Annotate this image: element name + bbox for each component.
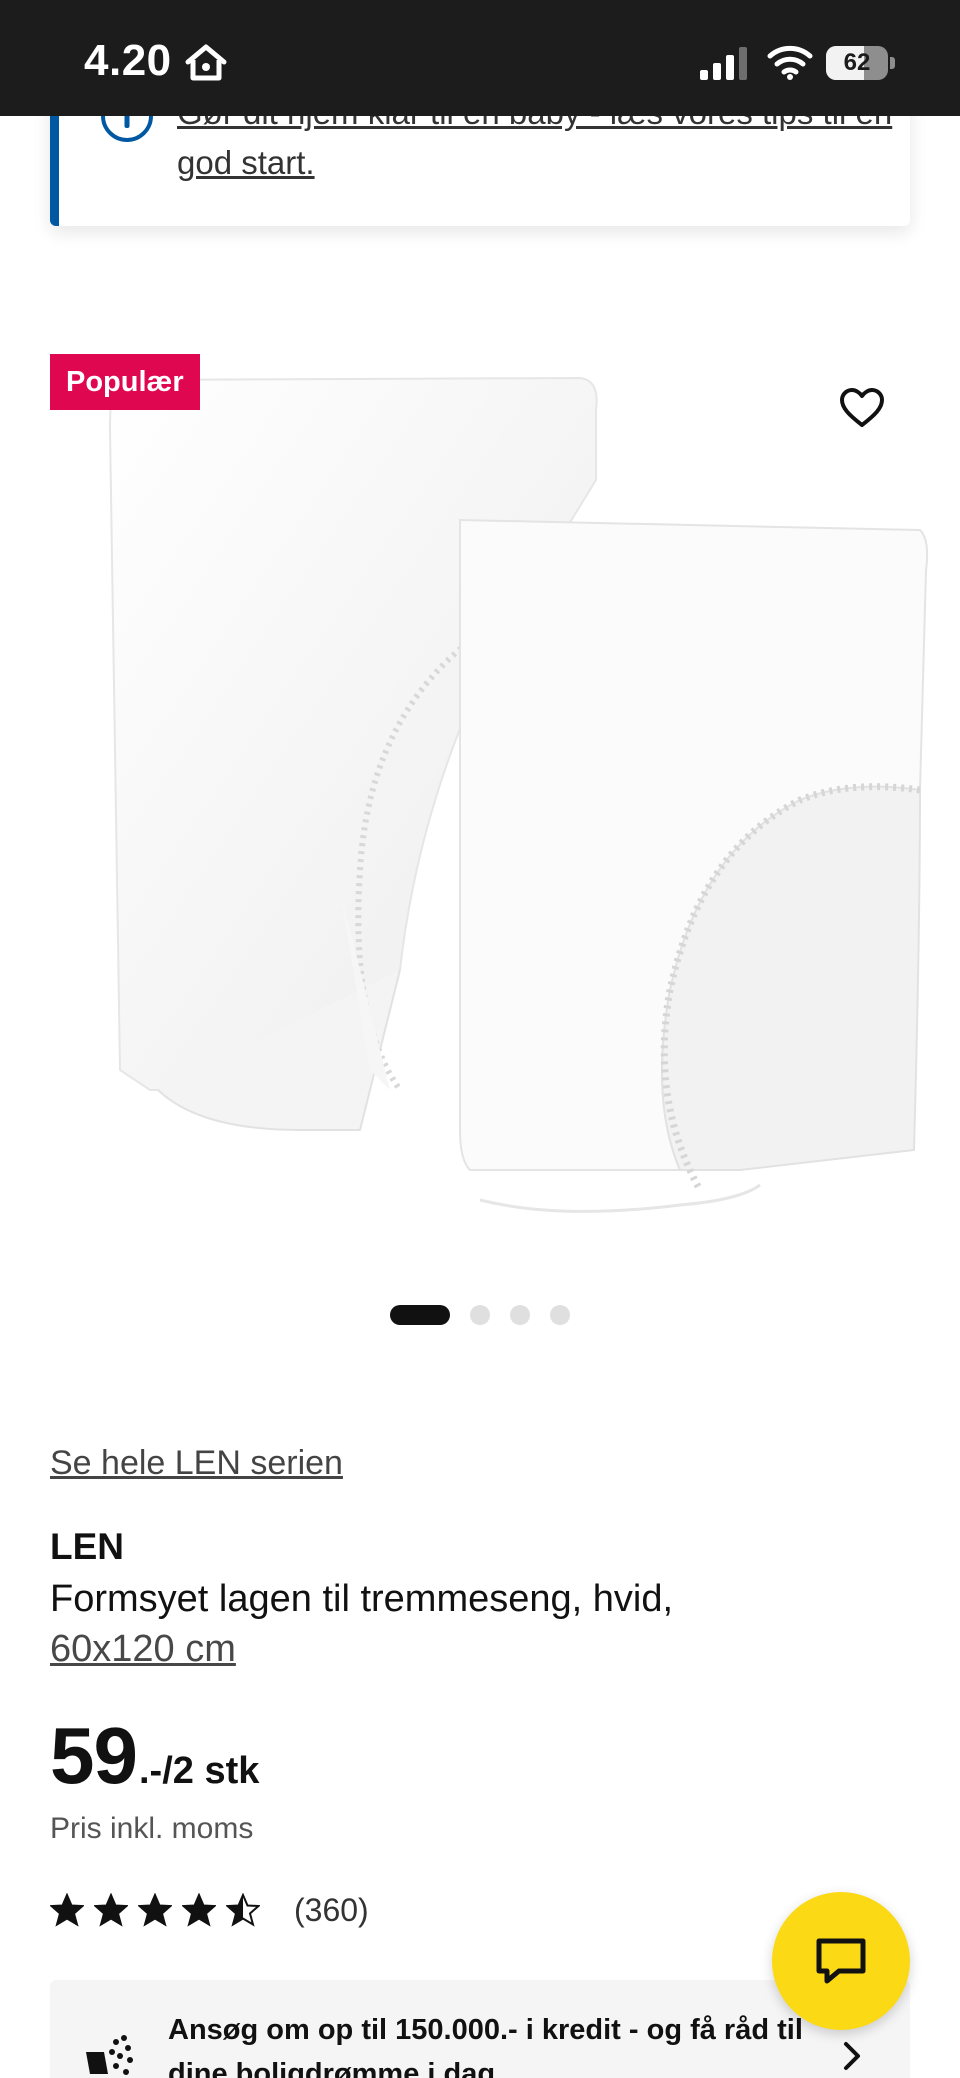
star-icon <box>226 1893 260 1927</box>
wifi-icon <box>767 45 813 80</box>
popular-badge: Populær <box>50 354 200 410</box>
rating-stars <box>50 1893 270 1927</box>
carousel-dot[interactable] <box>550 1305 570 1325</box>
signal-icon <box>700 47 747 80</box>
status-bar: 4.20 62 <box>0 0 960 116</box>
product-description: Formsyet lagen til tremmeseng, hvid, <box>50 1578 674 1620</box>
battery-tip <box>890 57 895 69</box>
home-icon <box>185 44 227 81</box>
credit-icon <box>86 2035 133 2075</box>
star-icon <box>182 1893 216 1927</box>
price: 59 .-/2 stk <box>50 1710 259 1802</box>
carousel-dot[interactable] <box>390 1305 450 1325</box>
star-icon <box>94 1893 128 1927</box>
price-main: 59 <box>50 1711 138 1800</box>
heart-icon <box>840 388 884 427</box>
chevron-right-icon <box>844 2042 860 2070</box>
price-suffix: .-/2 stk <box>138 1750 260 1792</box>
rating[interactable]: (360) <box>50 1888 369 1932</box>
battery-icon: 62 <box>826 46 896 80</box>
credit-text: Ansøg om op til 150.000.- i kredit - og … <box>168 2014 803 2078</box>
product-image[interactable] <box>40 370 940 1250</box>
star-icon <box>138 1893 172 1927</box>
product-size-link[interactable]: 60x120 cm <box>50 1624 236 1674</box>
series-link[interactable]: Se hele LEN serien <box>50 1444 343 1483</box>
carousel-dot[interactable] <box>510 1305 530 1325</box>
chat-icon <box>816 1938 866 1984</box>
carousel-dot[interactable] <box>470 1305 490 1325</box>
status-time: 4.20 <box>84 36 172 85</box>
chat-button[interactable] <box>772 1892 910 2030</box>
carousel-dots[interactable] <box>390 1304 590 1326</box>
rating-count: (360) <box>294 1891 369 1928</box>
price-note: Pris inkl. moms <box>50 1812 254 1845</box>
battery-body: 62 <box>826 46 888 80</box>
battery-level: 62 <box>843 49 871 76</box>
favorite-button[interactable] <box>826 372 898 444</box>
product-name: LEN <box>50 1526 124 1567</box>
star-icon <box>50 1893 84 1927</box>
